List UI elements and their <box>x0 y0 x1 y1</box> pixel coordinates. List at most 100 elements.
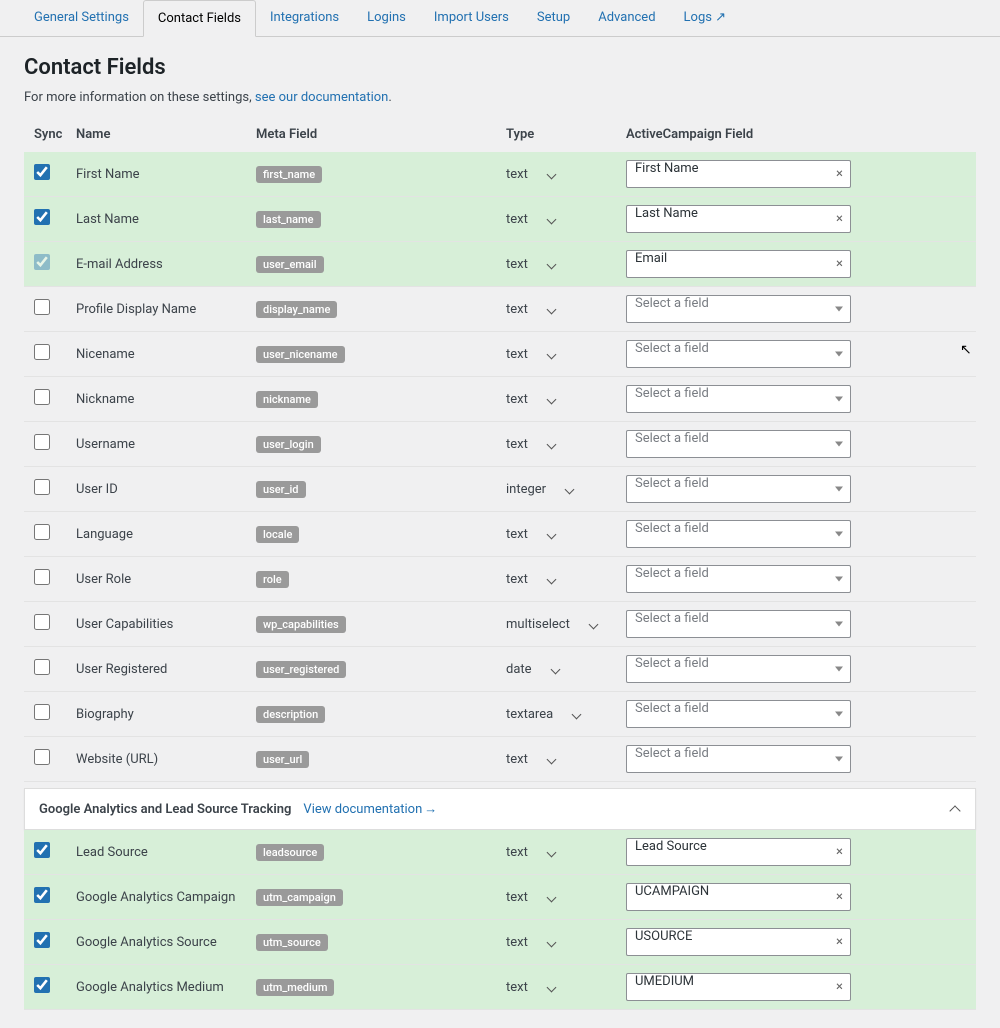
tab-integrations[interactable]: Integrations <box>256 0 353 36</box>
crm-field-select[interactable]: Lead Source <box>626 838 851 866</box>
sync-checkbox[interactable] <box>34 209 50 225</box>
chevron-up-icon[interactable] <box>949 803 961 815</box>
close-icon[interactable]: × <box>836 845 843 860</box>
sync-checkbox[interactable] <box>34 479 50 495</box>
chevron-down-icon[interactable] <box>835 397 843 402</box>
type-label: textarea <box>506 707 553 722</box>
sync-checkbox[interactable] <box>34 659 50 675</box>
table-row: Nicenameuser_nicenametextSelect a field <box>24 332 976 377</box>
crm-field-select[interactable]: UCAMPAIGN <box>626 883 851 911</box>
sync-checkbox[interactable] <box>34 344 50 360</box>
chevron-down-icon[interactable] <box>835 532 843 537</box>
tab-advanced[interactable]: Advanced <box>584 0 669 36</box>
sync-checkbox[interactable] <box>34 434 50 450</box>
meta-tag: user_email <box>256 256 324 273</box>
chevron-down-icon[interactable] <box>546 847 556 857</box>
sync-checkbox[interactable] <box>34 614 50 630</box>
chevron-down-icon[interactable] <box>550 664 560 674</box>
chevron-down-icon[interactable] <box>546 529 556 539</box>
crm-field-select[interactable]: First Name <box>626 160 851 188</box>
close-icon[interactable]: × <box>836 257 843 272</box>
chevron-down-icon[interactable] <box>546 892 556 902</box>
documentation-link[interactable]: see our documentation <box>255 90 388 105</box>
sync-checkbox[interactable] <box>34 749 50 765</box>
field-name: User Capabilities <box>76 617 256 632</box>
chevron-down-icon[interactable] <box>546 349 556 359</box>
meta-tag: leadsource <box>256 844 324 861</box>
chevron-down-icon[interactable] <box>546 982 556 992</box>
type-label: text <box>506 527 528 542</box>
field-name: Language <box>76 527 256 542</box>
sync-checkbox[interactable] <box>34 842 50 858</box>
meta-tag: utm_medium <box>256 979 334 996</box>
tab-setup[interactable]: Setup <box>523 0 584 36</box>
sync-checkbox[interactable] <box>34 977 50 993</box>
tab-general-settings[interactable]: General Settings <box>20 0 143 36</box>
chevron-down-icon[interactable] <box>546 394 556 404</box>
crm-field-select[interactable]: UMEDIUM <box>626 973 851 1001</box>
chevron-down-icon[interactable] <box>588 619 598 629</box>
chevron-down-icon[interactable] <box>835 622 843 627</box>
close-icon[interactable]: × <box>836 935 843 950</box>
field-name: User Registered <box>76 662 256 677</box>
crm-field-select[interactable]: Select a field <box>626 295 851 323</box>
crm-field-select[interactable]: Select a field <box>626 385 851 413</box>
crm-field-select[interactable]: Select a field <box>626 745 851 773</box>
crm-field-select[interactable]: Select a field <box>626 565 851 593</box>
sync-checkbox[interactable] <box>34 299 50 315</box>
chevron-down-icon[interactable] <box>835 757 843 762</box>
chevron-down-icon[interactable] <box>835 487 843 492</box>
chevron-down-icon[interactable] <box>835 712 843 717</box>
chevron-down-icon[interactable] <box>546 169 556 179</box>
chevron-down-icon[interactable] <box>546 304 556 314</box>
section-ga-header[interactable]: Google Analytics and Lead Source Trackin… <box>24 788 976 830</box>
page-title: Contact Fields <box>24 55 976 80</box>
sync-checkbox[interactable] <box>34 164 50 180</box>
crm-field-select[interactable]: Select a field <box>626 430 851 458</box>
crm-field-select[interactable]: Email <box>626 250 851 278</box>
tab-import-users[interactable]: Import Users <box>420 0 523 36</box>
sync-checkbox[interactable] <box>34 524 50 540</box>
close-icon[interactable]: × <box>836 167 843 182</box>
crm-field-select[interactable]: Last Name <box>626 205 851 233</box>
chevron-down-icon[interactable] <box>564 484 574 494</box>
meta-tag: utm_campaign <box>256 889 343 906</box>
close-icon[interactable]: × <box>836 980 843 995</box>
crm-field-select[interactable]: USOURCE <box>626 928 851 956</box>
sync-checkbox[interactable] <box>34 704 50 720</box>
tab-contact-fields[interactable]: Contact Fields <box>143 0 256 37</box>
chevron-down-icon[interactable] <box>546 259 556 269</box>
chevron-down-icon[interactable] <box>546 937 556 947</box>
close-icon[interactable]: × <box>836 212 843 227</box>
table-row: User Registereduser_registereddateSelect… <box>24 647 976 692</box>
chevron-down-icon[interactable] <box>546 439 556 449</box>
crm-field-select[interactable]: Select a field <box>626 700 851 728</box>
tab-logs[interactable]: Logs ↗ <box>670 0 741 36</box>
crm-field-select[interactable]: Select a field <box>626 475 851 503</box>
sync-checkbox[interactable] <box>34 389 50 405</box>
chevron-down-icon[interactable] <box>546 214 556 224</box>
chevron-down-icon[interactable] <box>835 352 843 357</box>
meta-tag: utm_source <box>256 934 328 951</box>
tab-logins[interactable]: Logins <box>353 0 420 36</box>
table-row: User RoleroletextSelect a field <box>24 557 976 602</box>
crm-field-select[interactable]: Select a field <box>626 655 851 683</box>
chevron-down-icon[interactable] <box>835 307 843 312</box>
chevron-down-icon[interactable] <box>546 754 556 764</box>
sync-checkbox[interactable] <box>34 887 50 903</box>
sync-checkbox[interactable] <box>34 569 50 585</box>
chevron-down-icon[interactable] <box>546 574 556 584</box>
chevron-down-icon[interactable] <box>835 577 843 582</box>
section-doc-link[interactable]: View documentation <box>303 801 437 817</box>
field-name: Google Analytics Campaign <box>76 890 256 905</box>
chevron-down-icon[interactable] <box>571 709 581 719</box>
chevron-down-icon[interactable] <box>835 667 843 672</box>
col-meta: Meta Field <box>256 127 506 142</box>
sync-checkbox[interactable] <box>34 932 50 948</box>
crm-field-select[interactable]: Select a field <box>626 520 851 548</box>
crm-field-select[interactable]: Select a field <box>626 340 851 368</box>
close-icon[interactable]: × <box>836 890 843 905</box>
sync-checkbox[interactable] <box>34 254 50 270</box>
crm-field-select[interactable]: Select a field <box>626 610 851 638</box>
chevron-down-icon[interactable] <box>835 442 843 447</box>
